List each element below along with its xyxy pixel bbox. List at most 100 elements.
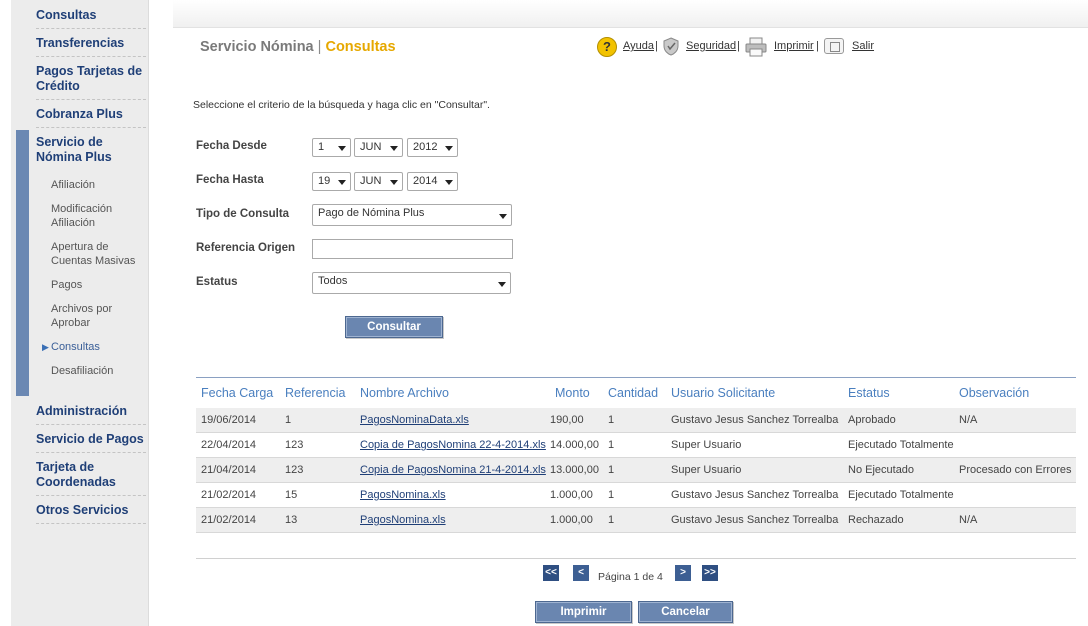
chevron-down-icon [498,282,506,287]
fecha-desde-day-select[interactable]: 1 [312,138,351,157]
cell-estatus: Ejecutado Totalmente [848,489,954,501]
sidebar-subitem-consultas[interactable]: Consultas [51,340,143,354]
sidebar-subitem-afiliacion[interactable]: Afiliación [51,178,143,192]
cell-observacion: N/A [959,514,978,526]
cell-referencia: 15 [285,489,298,501]
sidebar-item-transferencias[interactable]: Transferencias [36,36,146,51]
sidebar-item-cobranza-plus[interactable]: Cobranza Plus [36,107,146,122]
cell-monto: 13.000,00 [550,464,599,476]
col-header-usuario[interactable]: Usuario Solicitante [671,386,775,400]
sidebar-item-consultas[interactable]: Consultas [36,8,146,23]
print-button[interactable]: Imprimir [535,601,632,623]
top-strip [173,0,1088,28]
cell-monto: 1.000,00 [550,489,593,501]
prev-page-button[interactable]: < [573,565,589,581]
last-page-button[interactable]: >> [702,565,718,581]
col-header-referencia[interactable]: Referencia [285,386,345,400]
active-arrow-icon: ▶ [42,342,49,352]
col-header-estatus[interactable]: Estatus [848,386,890,400]
cell-usuario: Super Usuario [671,464,742,476]
cell-nombre-archivo-link[interactable]: PagosNomina.xls [360,514,446,526]
link-separator: | [816,40,819,52]
printer-icon[interactable] [745,37,767,57]
fecha-desde-year-select[interactable]: 2012 [407,138,458,157]
referencia-origen-input[interactable] [312,239,513,259]
fecha-hasta-day-select[interactable]: 19 [312,172,351,191]
link-separator: | [655,40,658,52]
sidebar-separator [36,495,146,496]
cell-nombre-archivo-link[interactable]: PagosNominaData.xls [360,414,469,426]
table-header-line [196,377,1076,378]
select-value: 19 [318,175,331,187]
link-separator: | [737,40,740,52]
sidebar-separator [36,56,146,57]
first-page-button[interactable]: << [543,565,559,581]
cell-cantidad: 1 [608,414,615,426]
cell-referencia: 13 [285,514,298,526]
security-link[interactable]: Seguridad [686,40,736,52]
cell-nombre-archivo-link[interactable]: PagosNomina.xls [360,489,446,501]
chevron-down-icon [445,146,453,151]
cell-nombre-archivo-link[interactable]: Copia de PagosNomina 22-4-2014.xls [360,439,546,451]
fecha-desde-month-select[interactable]: JUN [354,138,403,157]
col-header-observacion[interactable]: Observación [959,386,1029,400]
sidebar-separator [36,452,146,453]
col-header-nombre-archivo[interactable]: Nombre Archivo [360,386,449,400]
cell-usuario: Gustavo Jesus Sanchez Torrealba [671,414,839,426]
help-icon[interactable]: ? [597,37,617,57]
sidebar-subitem-desafiliacion[interactable]: Desafiliación [51,364,143,378]
cell-referencia: 123 [285,464,304,476]
cell-observacion: N/A [959,414,978,426]
sidebar-item-otros-servicios[interactable]: Otros Servicios [36,503,146,518]
select-value: Pago de Nómina Plus [318,207,425,219]
next-page-button[interactable]: > [675,565,691,581]
cell-monto: 1.000,00 [550,514,593,526]
col-header-fecha-carga[interactable]: Fecha Carga [201,386,273,400]
print-link[interactable]: Imprimir [774,40,814,52]
cell-observacion: Procesado con Errores [959,464,1072,476]
cell-referencia: 123 [285,439,304,451]
select-value: 2012 [413,141,438,153]
sidebar-subitem-archivos-aprobar[interactable]: Archivos por Aprobar [51,302,143,330]
cell-fecha-carga: 21/04/2014 [201,464,257,476]
fecha-hasta-year-select[interactable]: 2014 [407,172,458,191]
cell-fecha-carga: 21/02/2014 [201,514,257,526]
exit-link[interactable]: Salir [852,40,874,52]
estatus-select[interactable]: Todos [312,272,511,294]
cell-cantidad: 1 [608,514,615,526]
sidebar-subitem-modificacion-afiliacion[interactable]: Modificación Afiliación [51,202,143,230]
sidebar-active-accent [16,130,29,396]
sidebar-item-administracion[interactable]: Administración [36,404,146,419]
sidebar-item-tarjeta-coordenadas[interactable]: Tarjeta de Coordenadas [36,460,146,490]
exit-icon[interactable] [824,38,844,54]
tipo-consulta-select[interactable]: Pago de Nómina Plus [312,204,512,226]
cell-nombre-archivo-link[interactable]: Copia de PagosNomina 21-4-2014.xls [360,464,546,476]
col-header-cantidad[interactable]: Cantidad [608,386,658,400]
cell-usuario: Gustavo Jesus Sanchez Torrealba [671,514,839,526]
help-link[interactable]: Ayuda [623,40,654,52]
cell-fecha-carga: 21/02/2014 [201,489,257,501]
sidebar-separator [36,99,146,100]
select-value: 1 [318,141,325,153]
col-header-monto[interactable]: Monto [555,386,590,400]
select-value: JUN [360,175,382,187]
page-title-service: Servicio Nómina [200,39,314,55]
cell-fecha-carga: 19/06/2014 [201,414,257,426]
sidebar-item-servicio-nomina-plus[interactable]: Servicio de Nómina Plus [36,135,146,165]
sidebar-separator [36,523,146,524]
fecha-hasta-month-select[interactable]: JUN [354,172,403,191]
sidebar-subitem-apertura-cuentas[interactable]: Apertura de Cuentas Masivas [51,240,143,268]
sidebar-subitem-pagos[interactable]: Pagos [51,278,143,292]
cell-usuario: Gustavo Jesus Sanchez Torrealba [671,489,839,501]
sidebar: Consultas Transferencias Pagos Tarjetas … [11,0,149,626]
consultar-button[interactable]: Consultar [345,316,443,338]
shield-icon[interactable] [663,37,679,56]
sidebar-item-pagos-tarjetas[interactable]: Pagos Tarjetas de Crédito [36,64,146,94]
cancel-button[interactable]: Cancelar [638,601,733,623]
table-row: 21/02/2014 15 PagosNomina.xls 1.000,00 1… [196,483,1076,508]
chevron-down-icon [445,180,453,185]
sidebar-item-servicio-pagos[interactable]: Servicio de Pagos [36,432,146,447]
cell-cantidad: 1 [608,439,615,451]
table-row: 21/02/2014 13 PagosNomina.xls 1.000,00 1… [196,508,1076,533]
table-row: 19/06/2014 1 PagosNominaData.xls 190,00 … [196,408,1076,433]
